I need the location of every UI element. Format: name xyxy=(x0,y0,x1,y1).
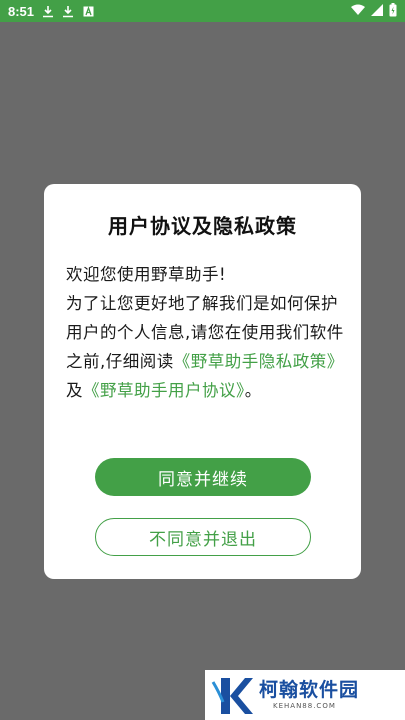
privacy-policy-link[interactable]: 《野草助手隐私政策》 xyxy=(174,352,344,371)
battery-charging-icon xyxy=(389,2,397,20)
a-badge-icon xyxy=(82,4,94,18)
user-agreement-link[interactable]: 《野草助手用户协议》 xyxy=(83,381,245,400)
download-icon xyxy=(62,4,74,18)
ending-text: 。 xyxy=(244,381,262,400)
body-paragraph: 为了让您更好地了解我们是如何保护用户的个人信息,请您在使用我们软件之前,仔细阅读… xyxy=(66,289,346,405)
wifi-icon xyxy=(351,4,365,19)
signal-icon xyxy=(371,3,383,19)
watermark-name: 柯翰软件园 xyxy=(259,679,360,701)
disagree-exit-button[interactable]: 不同意并退出 xyxy=(95,518,311,556)
greeting-text: 欢迎您使用野草助手! xyxy=(66,265,227,284)
conjunction-text: 及 xyxy=(66,381,83,400)
status-time: 8:51 xyxy=(8,3,35,19)
watermark-domain: KEHAN88.COM xyxy=(273,702,336,710)
status-bar-right xyxy=(351,2,397,20)
watermark-logo-icon xyxy=(205,670,259,720)
dialog-body: 欢迎您使用野草助手! 为了让您更好地了解我们是如何保护用户的个人信息,请您在使用… xyxy=(66,260,346,405)
privacy-dialog: 用户协议及隐私政策 欢迎您使用野草助手! 为了让您更好地了解我们是如何保护用户的… xyxy=(44,184,361,579)
watermark-text: 柯翰软件园 KEHAN88.COM xyxy=(259,679,359,711)
status-bar-left: 8:51 xyxy=(8,4,94,19)
dialog-title: 用户协议及隐私政策 xyxy=(108,214,297,238)
watermark: 柯翰软件园 KEHAN88.COM xyxy=(205,670,405,720)
agree-continue-button[interactable]: 同意并继续 xyxy=(95,458,311,496)
download-icon xyxy=(42,4,54,18)
status-bar: 8:51 xyxy=(0,0,405,22)
